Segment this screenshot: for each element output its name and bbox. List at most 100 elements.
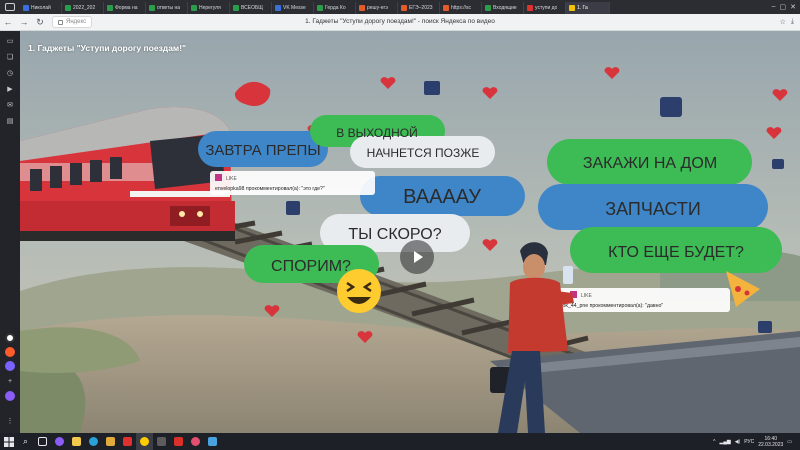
tab-label: Нерегуля [199, 4, 221, 11]
tab-favicon-icon [485, 4, 491, 11]
tab-label: 1. Га [577, 4, 588, 11]
back-button[interactable]: ← [0, 14, 16, 31]
browser-sidebar: ▭ ❏ ◷ ▶ ✉ ▤ + ⋮ [0, 31, 20, 433]
browser-tab[interactable]: Входящие [482, 1, 524, 14]
tab-label: Форма на [115, 4, 138, 11]
tab-label: Николай [31, 4, 51, 11]
notes-icon[interactable]: ▤ [4, 115, 16, 127]
tray-arrow-icon[interactable]: ^ [713, 439, 715, 445]
tab-favicon-icon [401, 4, 407, 11]
tab-label: уступи до [535, 4, 558, 11]
browser-tab[interactable]: VK Messe [272, 1, 314, 14]
start-button[interactable] [0, 433, 17, 450]
task-view-icon[interactable] [34, 433, 51, 450]
video-player[interactable]: ЗАВТРА ПРЕПЫ В ВЫХОДНОЙ НАЧНЕТСЯ ПОЗЖЕ В… [20, 31, 800, 433]
language-indicator[interactable]: РУС [744, 439, 754, 445]
browser-tab[interactable]: уступи до [524, 1, 566, 14]
bubble-6-text: СПОРИМ? [271, 258, 351, 275]
play-icon [414, 251, 423, 263]
tab-label: https://sc [451, 4, 472, 11]
taskbar-yandex-browser-icon[interactable] [136, 433, 153, 450]
taskbar-alice-icon[interactable] [51, 433, 68, 450]
browser-tab[interactable]: ВСЕОБЩ [230, 1, 272, 14]
history-icon[interactable]: ◷ [4, 67, 16, 79]
reload-icon: ↻ [36, 16, 44, 27]
search-icon[interactable]: ⌕ [17, 433, 34, 450]
window-controls: – ▢ ✕ [772, 3, 800, 11]
browser-tab[interactable]: Герда Ко [314, 1, 356, 14]
browser-tab[interactable]: Нерегуля [188, 1, 230, 14]
clock[interactable]: 16:40 22.03.2023 [758, 436, 783, 448]
bubble-9-text: КТО ЕЩЕ БУДЕТ? [608, 244, 744, 261]
comment-2-like: LIKE [581, 293, 593, 299]
taskbar-taxi-icon[interactable] [153, 433, 170, 450]
video-icon[interactable]: ▶ [4, 83, 16, 95]
tab-favicon-icon [107, 4, 113, 11]
page-title: 1. Гаджеты "Уступи дорогу поездам!" - по… [305, 18, 495, 25]
maximize-icon[interactable]: ▢ [780, 3, 787, 11]
collections-icon[interactable]: ▭ [4, 35, 16, 47]
sidebar-settings-icon[interactable]: ⋮ [4, 415, 16, 427]
browser-menu-button[interactable] [0, 0, 20, 14]
taskbar-wps-icon[interactable] [170, 433, 187, 450]
mail-icon[interactable]: ✉ [4, 99, 16, 111]
browser-tab[interactable]: ответы на [146, 1, 188, 14]
taskbar-files-icon[interactable] [102, 433, 119, 450]
comment-card-2: LIKE perok_44_pne прокомментировал(а): "… [550, 288, 730, 312]
bookmarks-icon[interactable]: ❏ [4, 51, 16, 63]
play-button[interactable] [400, 240, 434, 274]
tab-favicon-icon [275, 4, 281, 11]
forward-arrow-icon: → [19, 17, 29, 27]
close-icon[interactable]: ✕ [790, 3, 796, 11]
browser-tab[interactable]: решу-егэ [356, 1, 398, 14]
zen-icon[interactable] [5, 347, 15, 357]
volume-icon[interactable]: ◀) [735, 439, 741, 445]
tab-favicon-icon [317, 4, 323, 11]
tab-favicon-icon [569, 4, 575, 11]
taskbar-chrome-icon[interactable] [187, 433, 204, 450]
download-icon[interactable]: ⤓ [791, 18, 794, 26]
url-field[interactable]: Яндекс [52, 16, 93, 28]
messenger-icon[interactable] [5, 361, 15, 371]
address-bar-actions: ☆ ⤓ [780, 18, 800, 26]
reload-button[interactable]: ↻ [32, 14, 48, 31]
assistant-icon[interactable] [5, 391, 15, 401]
bookmark-icon[interactable]: ☆ [780, 18, 786, 26]
tab-label: решу-егэ [367, 4, 388, 11]
forward-button[interactable]: → [16, 14, 32, 31]
tab-label: 2022_202 [73, 4, 96, 11]
video-title: 1. Гаджеты "Уступи дорогу поездам!" [28, 43, 187, 53]
browser-tab[interactable]: Николай [20, 1, 62, 14]
alice-icon[interactable] [5, 333, 15, 343]
tab-favicon-icon [65, 4, 71, 11]
browser-tab[interactable]: Форма на [104, 1, 146, 14]
bubble-2-text: В ВЫХОДНОЙ [336, 125, 417, 140]
notification-icon[interactable]: ▭ [787, 439, 792, 445]
clock-date: 22.03.2023 [758, 441, 784, 448]
comment-1-like: LIKE [226, 176, 238, 182]
tab-favicon-icon [527, 4, 533, 11]
network-icon[interactable]: ▂▄▆ [719, 439, 730, 445]
browser-tab[interactable]: https://sc [440, 1, 482, 14]
add-panel-icon[interactable]: + [4, 375, 16, 387]
bubble-4-text: ВААААУ [403, 186, 481, 208]
url-host: Яндекс [66, 19, 87, 25]
taskbar-edge-icon[interactable] [85, 433, 102, 450]
address-bar: ← → ↻ Яндекс 1. Гаджеты "Уступи дорогу п… [0, 14, 800, 31]
tab-favicon-icon [359, 4, 365, 11]
system-tray: ^ ▂▄▆ ◀) РУС 16:40 22.03.2023 ▭ [713, 436, 800, 448]
tab-label: ВСЕОБЩ [241, 4, 263, 11]
minimize-icon[interactable]: – [772, 3, 776, 11]
tab-favicon-icon [443, 4, 449, 11]
taskbar-explorer-icon[interactable] [68, 433, 85, 450]
browser-tab[interactable]: ЕГЭ–2023 [398, 1, 440, 14]
taskbar-app-icon[interactable] [204, 433, 221, 450]
tab-label: Входящие [493, 4, 517, 11]
tab-favicon-icon [233, 4, 239, 11]
bubble-5-text: ТЫ СКОРО? [348, 226, 441, 243]
browser-tab[interactable]: 2022_202 [62, 1, 104, 14]
tab-label: ответы на [157, 4, 180, 11]
browser-tab[interactable]: 1. Га [566, 1, 610, 14]
taskbar-yandex-icon[interactable] [119, 433, 136, 450]
menu-icon [5, 3, 15, 11]
